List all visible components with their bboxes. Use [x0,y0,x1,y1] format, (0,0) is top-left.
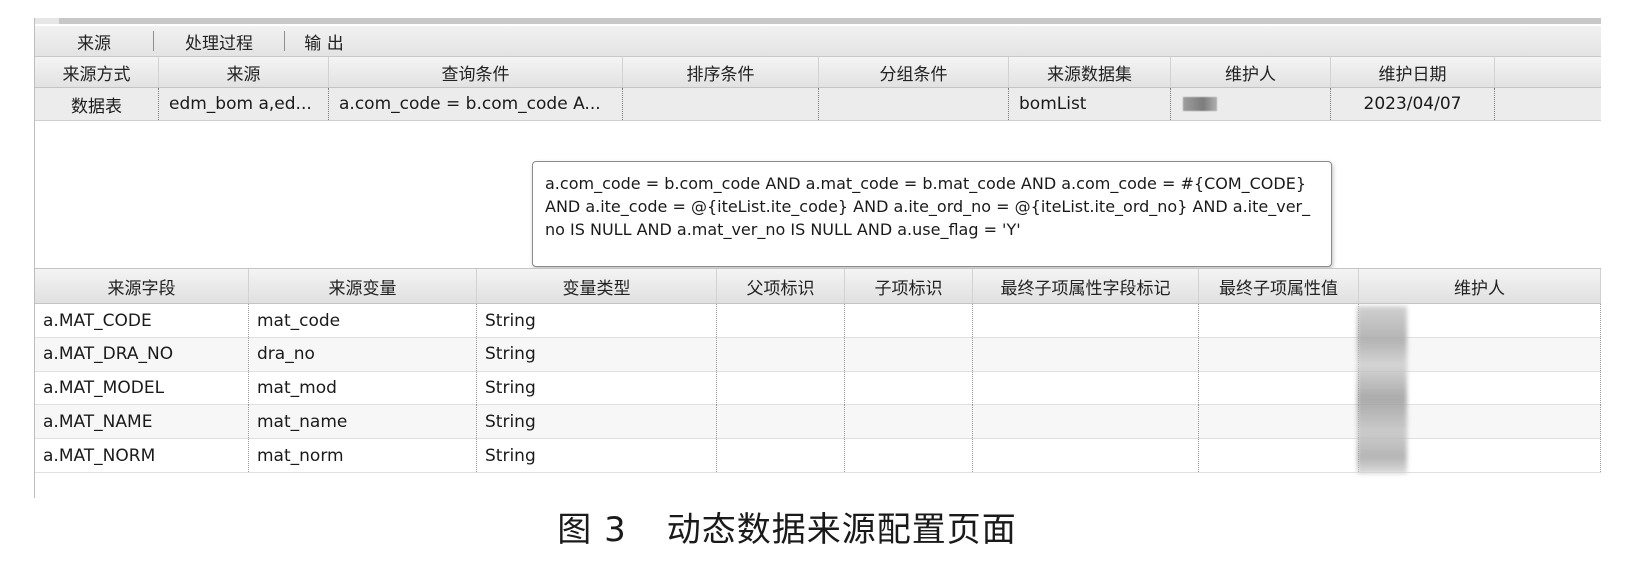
source-table-header: 来源方式 来源 查询条件 排序条件 分组条件 来源数据集 维护人 维护日期 [35,57,1601,88]
cell-final-field-mark[interactable] [973,405,1199,439]
cell-source-field[interactable]: a.MAT_CODE [35,304,249,337]
cell-variable-type[interactable]: String [477,439,717,473]
figure-number: 图 3 [557,510,627,550]
header-final-value[interactable]: 最终子项属性值 [1199,269,1359,303]
figure-title: 动态数据来源配置页面 [666,510,1017,550]
source-table-row[interactable]: 数据表 edm_bom a,ed... a.com_code = b.com_c… [35,88,1601,121]
config-panel: 来源 处理过程 输 出 来源方式 来源 查询条件 排序条件 分组条件 来源数据集… [34,18,1601,498]
cell-final-value[interactable] [1199,304,1359,337]
cell-source-variable[interactable]: dra_no [249,337,477,371]
cell-final-value[interactable] [1199,405,1359,439]
cell-child-flag[interactable] [845,371,973,405]
cell-child-flag[interactable] [845,439,973,473]
cell-final-value[interactable] [1199,439,1359,473]
field-table-header: 来源字段 来源变量 变量类型 父项标识 子项标识 最终子项属性字段标记 最终子项… [35,268,1601,304]
tab-bar: 来源 处理过程 输 出 [35,26,1601,57]
cell-final-value[interactable] [1199,371,1359,405]
cell-child-flag[interactable] [845,304,973,337]
cell-final-value[interactable] [1199,337,1359,371]
cell-child-flag[interactable] [845,405,973,439]
cell-final-field-mark[interactable] [973,337,1199,371]
cell-source-field[interactable]: a.MAT_NORM [35,439,249,473]
header-sort[interactable]: 排序条件 [623,57,819,87]
cell-source-type[interactable]: 数据表 [35,88,159,120]
cell-date[interactable]: 2023/04/07 [1331,88,1495,120]
cell-parent-flag[interactable] [717,371,845,405]
cell-variable-type[interactable]: String [477,371,717,405]
cell-child-flag[interactable] [845,337,973,371]
tab-output[interactable]: 输 出 [285,26,363,56]
cell-source-variable[interactable]: mat_code [249,304,477,337]
cell-sort[interactable] [623,88,819,120]
header-dataset[interactable]: 来源数据集 [1009,57,1171,87]
cell-variable-type[interactable]: String [477,337,717,371]
cell-variable-type[interactable]: String [477,405,717,439]
header-variable-type[interactable]: 变量类型 [477,269,717,303]
query-tooltip: a.com_code = b.com_code AND a.mat_code =… [532,161,1332,267]
cell-parent-flag[interactable] [717,405,845,439]
header-group[interactable]: 分组条件 [819,57,1009,87]
cell-parent-flag[interactable] [717,439,845,473]
cell-source-variable[interactable]: mat_name [249,405,477,439]
cell-source-field[interactable]: a.MAT_NAME [35,405,249,439]
header-maintainer[interactable]: 维护人 [1359,269,1601,303]
cell-source-variable[interactable]: mat_norm [249,439,477,473]
tab-processing[interactable]: 处理过程 [154,26,284,56]
header-maintainer[interactable]: 维护人 [1171,57,1331,87]
cell-query[interactable]: a.com_code = b.com_code A... [329,88,623,120]
cell-source[interactable]: edm_bom a,ed... [159,88,329,120]
cell-maintainer[interactable] [1171,88,1331,120]
scrollbar-thumb[interactable] [35,18,59,24]
cell-source-variable[interactable]: mat_mod [249,371,477,405]
cell-dataset[interactable]: bomList [1009,88,1171,120]
header-child-flag[interactable]: 子项标识 [845,269,973,303]
header-source[interactable]: 来源 [159,57,329,87]
cell-source-field[interactable]: a.MAT_MODEL [35,371,249,405]
top-scrollbar[interactable] [35,18,1601,24]
cell-source-field[interactable]: a.MAT_DRA_NO [35,337,249,371]
header-source-type[interactable]: 来源方式 [35,57,159,87]
cell-parent-flag[interactable] [717,304,845,337]
cell-final-field-mark[interactable] [973,371,1199,405]
redacted-name [1183,97,1217,111]
header-source-variable[interactable]: 来源变量 [249,269,477,303]
cell-parent-flag[interactable] [717,337,845,371]
figure-caption: 图 3 动态数据来源配置页面 [0,502,1566,551]
cell-final-field-mark[interactable] [973,439,1199,473]
header-source-field[interactable]: 来源字段 [35,269,249,303]
cell-final-field-mark[interactable] [973,304,1199,337]
redacted-maintainer-column [1357,306,1407,474]
cell-group[interactable] [819,88,1009,120]
tab-source[interactable]: 来源 [35,26,153,56]
header-query[interactable]: 查询条件 [329,57,623,87]
header-final-field-mark[interactable]: 最终子项属性字段标记 [973,269,1199,303]
cell-variable-type[interactable]: String [477,304,717,337]
header-parent-flag[interactable]: 父项标识 [717,269,845,303]
header-date[interactable]: 维护日期 [1331,57,1495,87]
